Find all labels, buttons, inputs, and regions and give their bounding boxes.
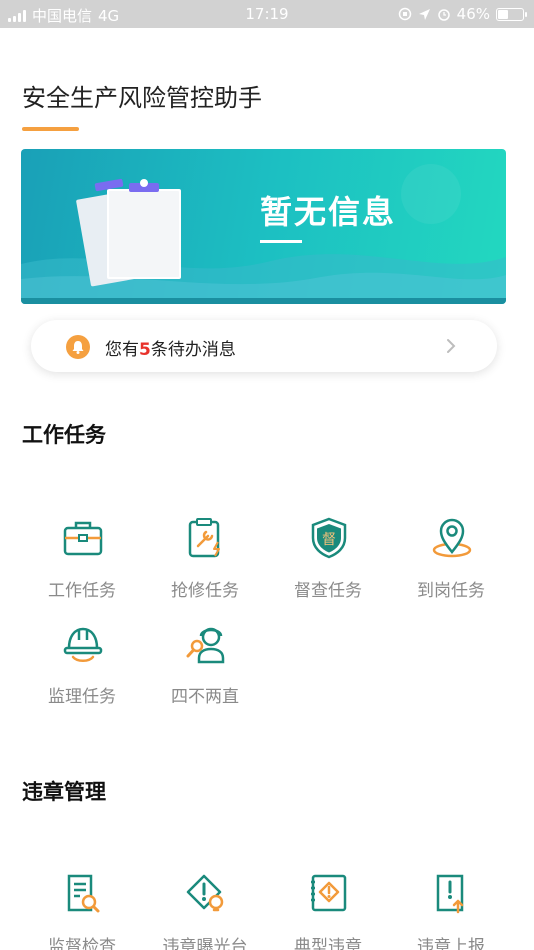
banner-underline (260, 240, 302, 243)
tile-label: 监理任务 (48, 687, 116, 707)
page-title: 安全生产风险管控助手 (22, 84, 262, 112)
tile-label: 违章曝光台 (162, 937, 248, 950)
tile-label: 工作任务 (48, 581, 116, 601)
bell-icon (66, 335, 90, 359)
tile-supervise-task[interactable]: 督 督查任务 (267, 516, 389, 616)
report-upload-icon (436, 874, 464, 914)
toolbox-icon (63, 521, 103, 556)
section-title-work: 工作任务 (22, 423, 106, 447)
notice-prefix: 您有 (105, 340, 139, 360)
alarm-icon (437, 9, 450, 21)
typical-violation-icon (311, 874, 347, 912)
tile-exposure[interactable]: 违章曝光台 (144, 872, 266, 950)
warning-bulb-icon (186, 874, 224, 912)
battery-percent: 46% (456, 5, 490, 23)
tile-label: 督查任务 (294, 581, 362, 601)
hard-hat-icon (63, 627, 103, 662)
tile-label: 抢修任务 (171, 581, 239, 601)
repair-clipboard-icon (188, 518, 220, 558)
tile-label: 监督检查 (48, 937, 116, 950)
todo-notice[interactable]: 您有5条待办消息 (31, 320, 497, 372)
tile-report[interactable]: 违章上报 (390, 872, 512, 950)
todo-notice-text: 您有5条待办消息 (105, 335, 236, 360)
tile-work-task[interactable]: 工作任务 (21, 516, 143, 616)
location-arrow-icon (418, 8, 430, 20)
tile-inspection[interactable]: 监督检查 (21, 872, 143, 950)
clipboard-illustration (76, 178, 181, 287)
todo-count: 5 (139, 340, 151, 360)
status-bar: 中国电信 4G 17:19 46% (0, 0, 534, 28)
chevron-right-icon (447, 339, 456, 353)
orientation-lock-icon (398, 7, 411, 21)
section-title-violation: 违章管理 (22, 780, 106, 804)
tile-supervision-task[interactable]: 监理任务 (21, 622, 143, 722)
location-pin-icon (432, 518, 472, 558)
inspector-icon (186, 627, 225, 664)
svg-text:督: 督 (322, 532, 336, 548)
tile-label: 违章上报 (417, 937, 485, 950)
tile-label: 四不两直 (171, 687, 239, 707)
battery-icon (496, 7, 527, 21)
banner-text: 暂无信息 (260, 193, 397, 231)
title-underline (22, 127, 79, 131)
tile-repair-task[interactable]: 抢修任务 (144, 516, 266, 616)
document-search-icon (67, 874, 100, 913)
tile-onduty-task[interactable]: 到岗任务 (390, 516, 512, 616)
tile-label: 典型违章 (294, 937, 362, 950)
tile-label: 到岗任务 (417, 581, 485, 601)
tile-four-no-two-direct[interactable]: 四不两直 (144, 622, 266, 722)
tile-typical[interactable]: 典型违章 (267, 872, 389, 950)
supervise-shield-icon: 督 (311, 517, 347, 559)
notice-suffix: 条待办消息 (150, 340, 236, 360)
